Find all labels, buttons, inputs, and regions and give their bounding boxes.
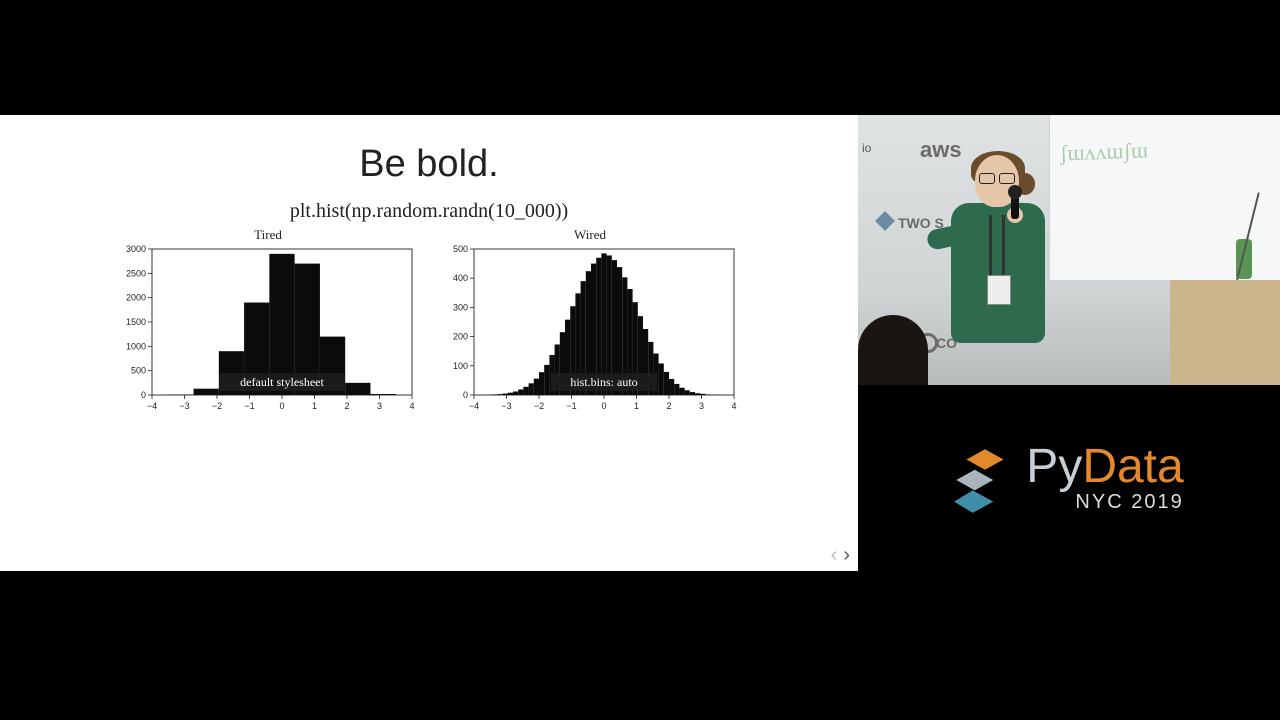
svg-text:100: 100 [453,361,468,371]
svg-text:4: 4 [731,401,736,411]
sponsor-io-label: io [862,141,871,155]
svg-text:500: 500 [131,366,146,376]
svg-text:4: 4 [409,401,414,411]
prev-slide-icon[interactable]: ‹ [831,544,838,567]
svg-text:0: 0 [279,401,284,411]
svg-text:3000: 3000 [126,245,146,254]
svg-text:−2: −2 [212,401,222,411]
audience-silhouette [858,315,928,385]
svg-text:−4: −4 [147,401,157,411]
charts-row: Tired −4−3−2−101234050010001500200025003… [0,227,858,415]
pydata-branding: PyData NYC 2019 [858,385,1280,571]
brand-py: Py [1026,440,1082,493]
svg-text:0: 0 [141,390,146,400]
podium [1170,280,1280,385]
svg-text:−1: −1 [566,401,576,411]
svg-text:−1: −1 [244,401,254,411]
slide-nav: ‹ › [831,544,850,567]
speaker-person [933,155,1063,385]
svg-text:default stylesheet: default stylesheet [240,375,324,389]
svg-text:hist.bins: auto: hist.bins: auto [570,375,637,389]
svg-text:2500: 2500 [126,268,146,278]
svg-text:3: 3 [699,401,704,411]
chart-wired-title: Wired [440,227,740,243]
two-sigma-icon [875,211,895,231]
svg-text:300: 300 [453,302,468,312]
chart-wired: Wired −4 −3 −2 −1 0 1 2 3 4 0 100 200 300 400 500 hist.… [440,227,740,415]
brand-data: Data [1082,440,1183,493]
slide-code: plt.hist(np.random.randn(10_000)) [0,200,858,223]
svg-text:−2: −2 [534,401,544,411]
chart-tired-svg: −4 −3 −2 −1 0 1 2 3 4 0 500 1000 1500 2000 2500 3000 def… [118,245,418,415]
svg-text:2: 2 [344,401,349,411]
whiteboard-scribble: ʃɯʌʌɯʃɯ [1060,137,1149,166]
svg-text:2: 2 [666,401,671,411]
slide: Be bold. plt.hist(np.random.randn(10_000… [0,115,858,571]
brand-subtitle: NYC 2019 [1026,491,1183,514]
chart-wired-svg: −4 −3 −2 −1 0 1 2 3 4 0 100 200 300 400 500 hist.bins: … [440,245,740,415]
svg-text:1: 1 [312,401,317,411]
svg-text:−3: −3 [179,401,189,411]
svg-text:0: 0 [601,401,606,411]
slide-title: Be bold. [0,143,858,186]
pydata-logo-icon [954,439,1016,517]
chart-tired-title: Tired [118,227,418,243]
svg-text:500: 500 [453,245,468,254]
svg-text:−4: −4 [469,401,479,411]
svg-text:1: 1 [634,401,639,411]
svg-text:3: 3 [377,401,382,411]
svg-text:400: 400 [453,273,468,283]
svg-text:1000: 1000 [126,341,146,351]
svg-text:0: 0 [463,390,468,400]
next-slide-icon[interactable]: › [843,544,850,567]
svg-text:−3: −3 [501,401,511,411]
svg-text:200: 200 [453,332,468,342]
svg-text:2000: 2000 [126,293,146,303]
speaker-video: io aws TWO S CO ʃɯʌʌɯʃɯ [858,115,1280,385]
chart-tired: Tired −4 −3 −2 −1 0 1 2 3 4 0 500 1000 1500 2000 2500 3… [118,227,418,415]
svg-text:1500: 1500 [126,317,146,327]
